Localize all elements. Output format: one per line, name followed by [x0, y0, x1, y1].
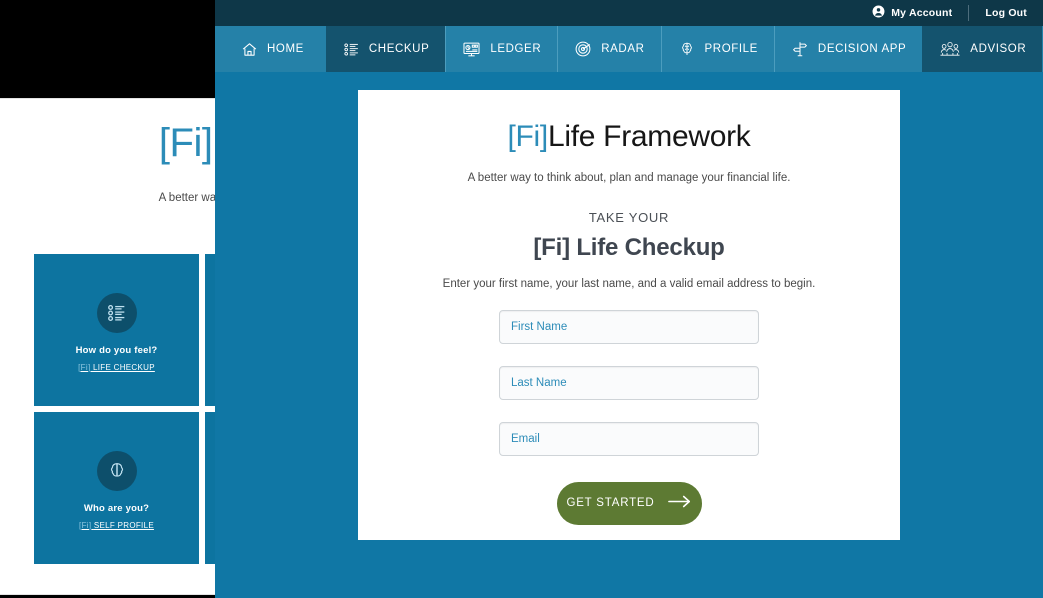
background-logo-bracket: [Fi] — [158, 121, 213, 165]
brain-icon — [678, 40, 696, 58]
my-account-button[interactable]: My Account — [872, 5, 952, 21]
nav-tab-label: HOME — [267, 43, 304, 55]
take-your-label: TAKE YOUR — [588, 209, 670, 225]
background-tile-link-label: SELF PROFILE — [93, 520, 154, 530]
background-tile-self-profile[interactable]: Who are you? [Fi] SELF PROFILE — [34, 412, 199, 564]
background-tile-link[interactable]: [Fi] SELF PROFILE — [79, 521, 154, 530]
nav-tab-ledger[interactable]: LEDGER — [445, 26, 557, 72]
nav-tab-home[interactable]: HOME — [215, 26, 326, 72]
nav-tab-profile[interactable]: PROFILE — [660, 26, 774, 72]
nav-tab-label: PROFILE — [704, 43, 758, 55]
checkup-card: [Fi]Life Framework A better way to think… — [358, 90, 900, 540]
nav-tab-label: DECISION APP — [817, 43, 907, 55]
nav-tab-label: RADAR — [601, 43, 645, 55]
fi-life-framework-logo: [Fi]Life Framework — [398, 120, 860, 155]
main-nav: HOME CHECKUP LEDGER RADAR PROFILE DECISI… — [215, 26, 1043, 75]
brain-icon — [96, 450, 137, 491]
nav-tab-label: ADVISOR — [970, 43, 1027, 55]
background-tile-title: Who are you? — [83, 502, 150, 514]
signup-form: GET STARTED — [398, 309, 860, 525]
background-tile-link-bracket: [Fi] — [78, 362, 91, 372]
app-window: My Account Log Out HOME CHECKUP LEDGER R… — [215, 0, 1043, 598]
nav-tab-advisor[interactable]: ADVISOR — [922, 26, 1043, 72]
my-account-label: My Account — [891, 7, 953, 19]
last-name-input[interactable] — [499, 365, 759, 400]
nav-tab-label: CHECKUP — [368, 43, 430, 55]
checklist-icon — [96, 292, 137, 333]
home-icon — [241, 41, 258, 58]
checklist-icon — [343, 41, 360, 58]
tagline: A better way to think about, plan and ma… — [467, 171, 791, 184]
topbar-divider — [968, 5, 970, 21]
email-input[interactable] — [499, 421, 759, 456]
background-tile-title: How do you feel? — [75, 344, 158, 356]
nav-tab-label: LEDGER — [490, 43, 542, 55]
logo-bracket: [Fi] — [507, 120, 549, 153]
background-tile-link-label: LIFE CHECKUP — [93, 362, 155, 372]
radar-icon — [574, 40, 592, 58]
nav-tab-radar[interactable]: RADAR — [557, 26, 660, 72]
logo-rest: Life Framework — [547, 120, 751, 153]
utility-bar: My Account Log Out — [215, 0, 1043, 26]
background-tile-link-bracket: [Fi] — [79, 520, 92, 530]
monitor-chart-icon — [462, 40, 481, 59]
signpost-icon — [791, 40, 809, 58]
first-name-input[interactable] — [499, 309, 759, 344]
people-group-icon — [939, 40, 961, 58]
screenshot-stage: [Fi]Life Framework A better way to think… — [0, 0, 1043, 598]
log-out-button[interactable]: Log Out — [985, 7, 1027, 19]
instruction-text: Enter your first name, your last name, a… — [442, 277, 816, 290]
get-started-label: GET STARTED — [566, 497, 655, 509]
background-tile-life-checkup[interactable]: How do you feel? [Fi] LIFE CHECKUP — [34, 254, 199, 406]
background-tile-link[interactable]: [Fi] LIFE CHECKUP — [78, 363, 155, 372]
user-circle-icon — [872, 5, 885, 21]
arrow-right-icon — [667, 495, 692, 511]
get-started-button[interactable]: GET STARTED — [556, 481, 702, 525]
nav-tab-checkup[interactable]: CHECKUP — [325, 26, 446, 72]
nav-tab-decision-app[interactable]: DECISION APP — [773, 26, 922, 72]
page-title: [Fi] Life Checkup — [533, 233, 725, 261]
